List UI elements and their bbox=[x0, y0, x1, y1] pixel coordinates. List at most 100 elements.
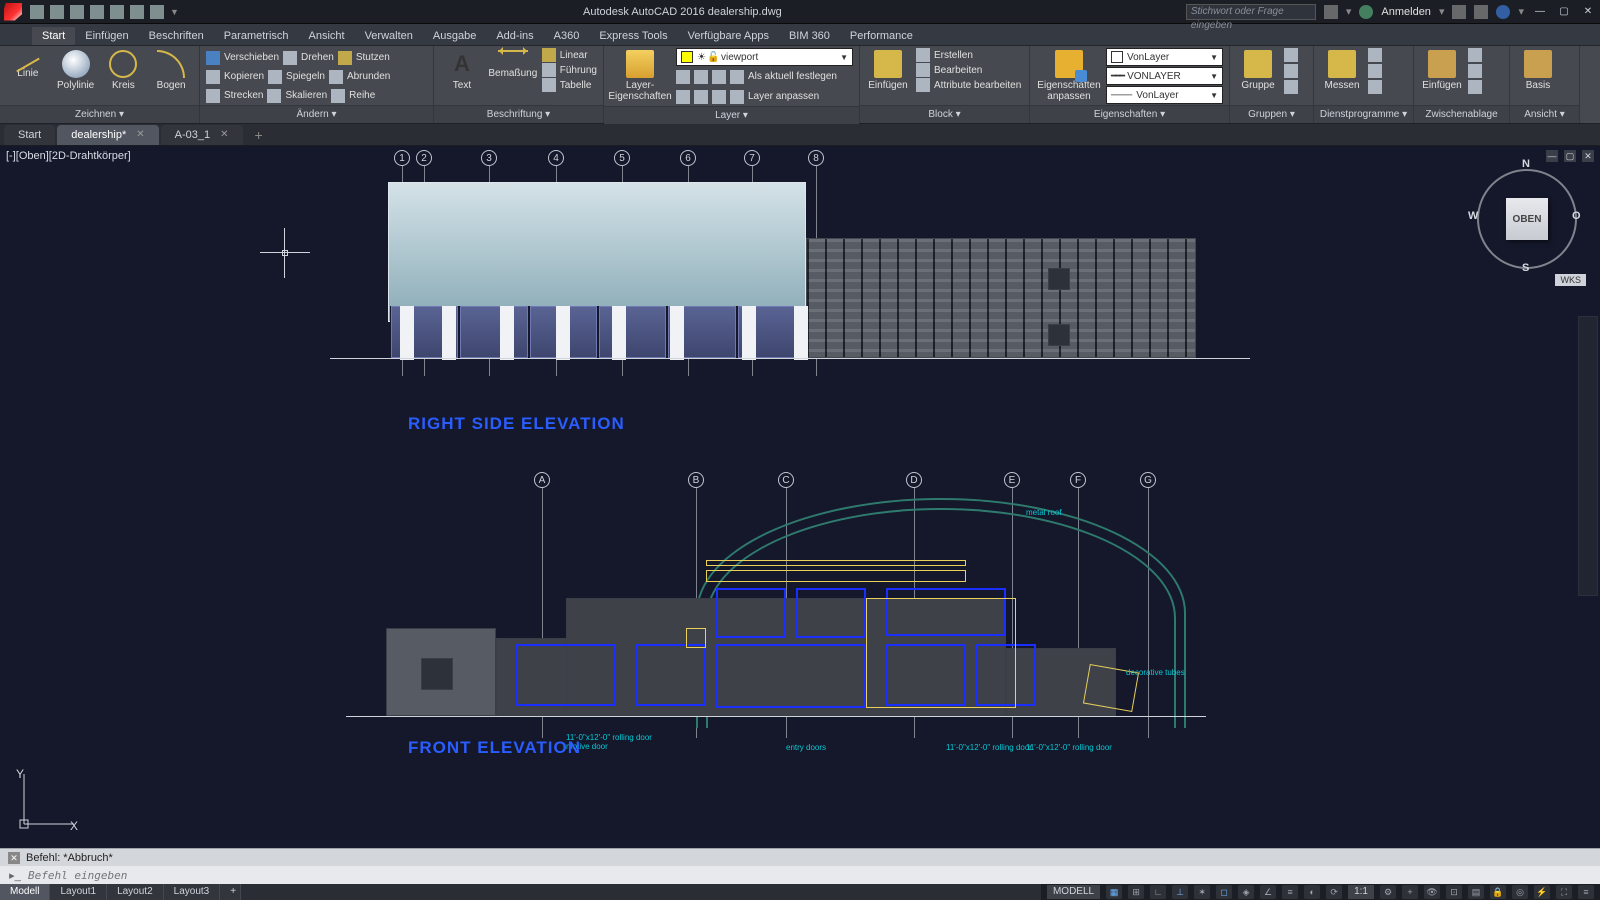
file-tab-new[interactable]: + bbox=[245, 125, 273, 145]
status-units-icon[interactable]: ⊡ bbox=[1446, 885, 1462, 899]
viewport-maximize-icon[interactable]: ▢ bbox=[1564, 150, 1576, 162]
cmd-close-icon[interactable]: ✕ bbox=[8, 852, 20, 864]
block-bearbeiten-button[interactable]: Bearbeiten bbox=[916, 63, 1021, 77]
panel-zwischen-title[interactable]: Zwischenablage bbox=[1414, 105, 1509, 123]
kreis-button[interactable]: Kreis bbox=[102, 48, 146, 91]
ribbon-tab-express[interactable]: Express Tools bbox=[589, 27, 677, 45]
status-quickprops-icon[interactable]: ▤ bbox=[1468, 885, 1484, 899]
ribbon-tab-einfuegen[interactable]: Einfügen bbox=[75, 27, 138, 45]
basis-button[interactable]: Basis bbox=[1516, 48, 1560, 91]
status-transparency-icon[interactable]: ◐ bbox=[1304, 885, 1320, 899]
panel-zeichnen-title[interactable]: Zeichnen ▾ bbox=[0, 105, 199, 123]
status-annomonitor-icon[interactable]: 👁 bbox=[1424, 885, 1440, 899]
exchange-apps-icon[interactable] bbox=[1324, 5, 1338, 19]
drehen-button[interactable]: Drehen bbox=[283, 51, 334, 65]
file-tab-start[interactable]: Start bbox=[4, 125, 55, 145]
status-workspace-icon[interactable]: + bbox=[1402, 885, 1418, 899]
panel-eigenschaften-title[interactable]: Eigenschaften ▾ bbox=[1030, 105, 1229, 123]
exchange-icon[interactable] bbox=[1452, 5, 1466, 19]
viewport-minimize-icon[interactable]: — bbox=[1546, 150, 1558, 162]
qat-saveas-icon[interactable] bbox=[90, 5, 104, 19]
clip-icon-3[interactable] bbox=[1468, 80, 1482, 94]
linie-button[interactable]: Linie bbox=[6, 48, 50, 79]
status-cleanscreen-icon[interactable]: ⛶ bbox=[1556, 885, 1572, 899]
status-annoscale-icon[interactable]: ⚙ bbox=[1380, 885, 1396, 899]
viewport-close-icon[interactable]: ✕ bbox=[1582, 150, 1594, 162]
layout-tab-new[interactable]: + bbox=[220, 884, 241, 900]
stutzen-button[interactable]: Stutzen bbox=[338, 51, 390, 65]
text-button[interactable]: AText bbox=[440, 48, 484, 105]
panel-ansicht-title[interactable]: Ansicht ▾ bbox=[1510, 105, 1579, 123]
bogen-button[interactable]: Bogen bbox=[149, 48, 193, 91]
status-custom-icon[interactable]: ≡ bbox=[1578, 885, 1594, 899]
panel-beschriftung-title[interactable]: Beschriftung ▾ bbox=[434, 105, 603, 123]
layer-icon-2[interactable] bbox=[694, 70, 708, 84]
file-tab-a031[interactable]: A-03_1✕ bbox=[161, 125, 243, 145]
layout-tab-layout1[interactable]: Layout1 bbox=[50, 884, 107, 900]
signin-icon[interactable] bbox=[1359, 5, 1373, 19]
viewcube-west[interactable]: W bbox=[1468, 210, 1478, 222]
qat-open-icon[interactable] bbox=[50, 5, 64, 19]
messen-button[interactable]: Messen bbox=[1320, 48, 1364, 91]
layer-icon-3[interactable] bbox=[712, 70, 726, 84]
linetype-dropdown[interactable]: ───VonLayer▼ bbox=[1106, 86, 1223, 104]
layer-icon-6[interactable] bbox=[712, 90, 726, 104]
viewcube-wks[interactable]: WKS bbox=[1555, 274, 1586, 286]
command-input-row[interactable]: ▸_ bbox=[0, 866, 1600, 884]
app-logo[interactable] bbox=[4, 3, 22, 21]
navigation-bar[interactable] bbox=[1578, 316, 1598, 596]
status-hwacc-icon[interactable]: ⚡ bbox=[1534, 885, 1550, 899]
status-3dosnap-icon[interactable]: ◈ bbox=[1238, 885, 1254, 899]
status-isolate-icon[interactable]: ◎ bbox=[1512, 885, 1528, 899]
reihe-button[interactable]: Reihe bbox=[331, 89, 375, 103]
viewcube-east[interactable]: O bbox=[1572, 210, 1581, 222]
qat-redo-icon[interactable] bbox=[150, 5, 164, 19]
ribbon-tab-performance[interactable]: Performance bbox=[840, 27, 923, 45]
layout-tab-layout3[interactable]: Layout3 bbox=[164, 884, 221, 900]
layereigenschaften-button[interactable]: Layer- Eigenschaften bbox=[610, 48, 670, 106]
kopieren-button[interactable]: Kopieren bbox=[206, 70, 264, 84]
lineweight-dropdown[interactable]: ━━━VONLAYER▼ bbox=[1106, 67, 1223, 85]
util-icon-2[interactable] bbox=[1368, 64, 1382, 78]
status-ortho-icon[interactable]: ⊥ bbox=[1172, 885, 1188, 899]
group-icon-3[interactable] bbox=[1284, 80, 1298, 94]
ribbon-tab-addins[interactable]: Add-ins bbox=[486, 27, 543, 45]
strecken-button[interactable]: Strecken bbox=[206, 89, 263, 103]
panel-block-title[interactable]: Block ▾ bbox=[860, 105, 1029, 123]
status-osnap-icon[interactable]: ◻ bbox=[1216, 885, 1232, 899]
block-einfuegen-button[interactable]: Einfügen bbox=[866, 48, 910, 105]
clip-icon-2[interactable] bbox=[1468, 64, 1482, 78]
ribbon-tab-verwalten[interactable]: Verwalten bbox=[355, 27, 423, 45]
layout-tab-layout2[interactable]: Layout2 bbox=[107, 884, 164, 900]
ribbon-tab-parametrisch[interactable]: Parametrisch bbox=[214, 27, 299, 45]
status-lwt-icon[interactable]: ≡ bbox=[1282, 885, 1298, 899]
status-grid-icon[interactable]: ▦ bbox=[1106, 885, 1122, 899]
ribbon-tab-apps[interactable]: Verfügbare Apps bbox=[678, 27, 779, 45]
status-otrack-icon[interactable]: ∠ bbox=[1260, 885, 1276, 899]
layer-icon-5[interactable] bbox=[694, 90, 708, 104]
ribbon-tab-ansicht[interactable]: Ansicht bbox=[299, 27, 355, 45]
file-tab-dealership[interactable]: dealership*✕ bbox=[57, 125, 158, 145]
status-snap-icon[interactable]: ⊞ bbox=[1128, 885, 1144, 899]
viewcube-north[interactable]: N bbox=[1522, 158, 1530, 170]
viewport-label[interactable]: [-][Oben][2D-Drahtkörper] bbox=[6, 150, 131, 162]
linear-button[interactable]: Linear bbox=[542, 48, 597, 62]
util-icon-3[interactable] bbox=[1368, 80, 1382, 94]
stayconnected-icon[interactable] bbox=[1474, 5, 1488, 19]
drawing-viewport[interactable]: [-][Oben][2D-Drahtkörper] — ▢ ✕ N S O W … bbox=[0, 146, 1600, 848]
spiegeln-button[interactable]: Spiegeln bbox=[268, 70, 325, 84]
window-minimize-button[interactable]: — bbox=[1532, 5, 1548, 19]
layer-anpassen-button[interactable]: Layer anpassen bbox=[730, 90, 819, 104]
block-erstellen-button[interactable]: Erstellen bbox=[916, 48, 1021, 62]
group-icon-2[interactable] bbox=[1284, 64, 1298, 78]
qat-undo-icon[interactable] bbox=[130, 5, 144, 19]
status-cycling-icon[interactable]: ⟳ bbox=[1326, 885, 1342, 899]
skalieren-button[interactable]: Skalieren bbox=[267, 89, 327, 103]
polylinie-button[interactable]: Polylinie bbox=[54, 48, 98, 91]
tabelle-button[interactable]: Tabelle bbox=[542, 78, 597, 92]
layer-icon-1[interactable] bbox=[676, 70, 690, 84]
command-input[interactable] bbox=[28, 869, 328, 882]
ribbon-tab-a360[interactable]: A360 bbox=[544, 27, 590, 45]
ribbon-tab-start[interactable]: Start bbox=[32, 27, 75, 45]
status-lockui-icon[interactable]: 🔒 bbox=[1490, 885, 1506, 899]
